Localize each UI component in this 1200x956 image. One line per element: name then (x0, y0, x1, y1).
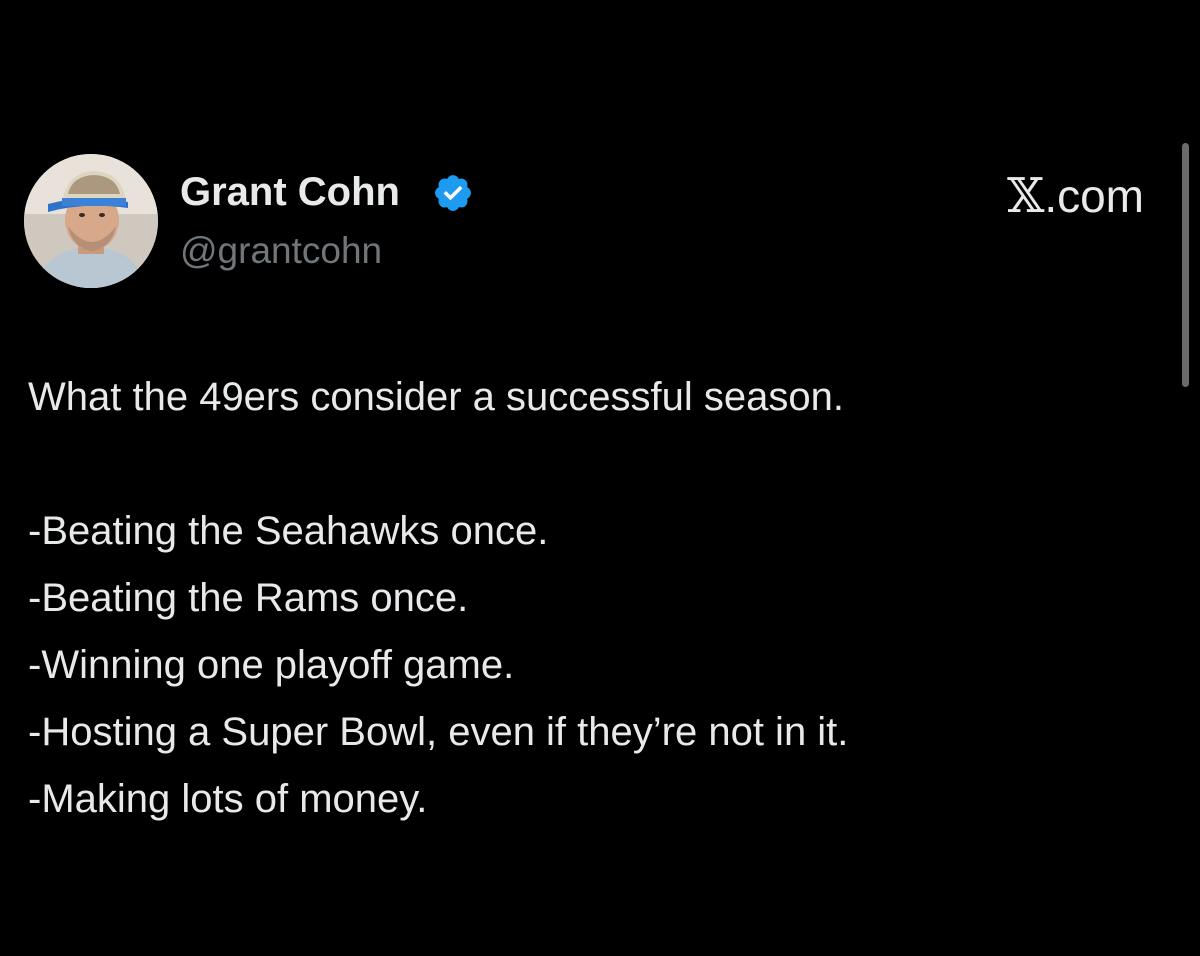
source-domain: .com (1044, 170, 1144, 222)
source-label: 𝕏.com (1007, 172, 1144, 220)
author-handle[interactable]: @grantcohn (180, 232, 382, 269)
tweet-text: What the 49ers consider a successful sea… (28, 364, 1158, 833)
verified-badge-icon (435, 175, 471, 211)
tweet-list-item: -Winning one playoff game. (28, 643, 515, 687)
tweet-card: Grant Cohn @grantcohn 𝕏.com What the 49e… (0, 0, 1200, 956)
tweet-intro: What the 49ers consider a successful sea… (28, 375, 844, 419)
tweet-list-item: -Making lots of money. (28, 777, 428, 821)
tweet-list-item: -Hosting a Super Bowl, even if they’re n… (28, 710, 849, 754)
author-avatar[interactable] (24, 154, 158, 288)
tweet-list-item: -Beating the Seahawks once. (28, 509, 549, 553)
avatar-image (24, 154, 158, 288)
x-logo-icon: 𝕏 (1007, 168, 1045, 224)
author-name[interactable]: Grant Cohn (180, 172, 400, 212)
tweet-list-item: -Beating the Rams once. (28, 576, 469, 620)
scrollbar[interactable] (1182, 143, 1189, 387)
